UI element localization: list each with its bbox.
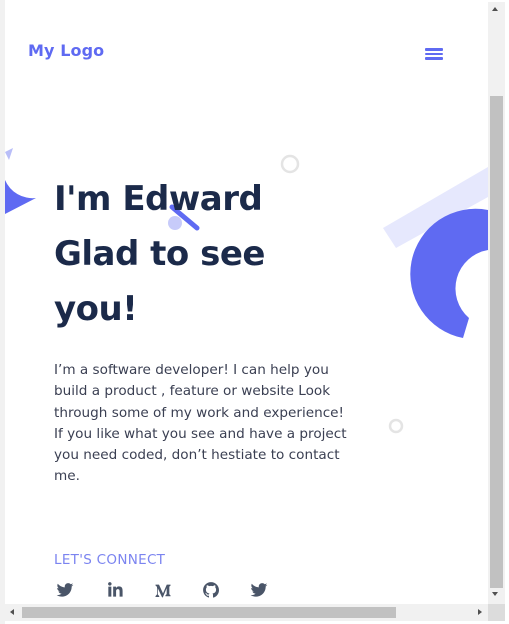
hero-title-line-3: you!: [54, 289, 138, 329]
browser-window: My Logo I'm Edward Glad to see you! I’m …: [0, 0, 509, 624]
twitter-icon[interactable]: [249, 580, 269, 600]
twitter-icon[interactable]: [55, 580, 75, 600]
deco-half-circle: [5, 180, 36, 214]
page-viewport: My Logo I'm Edward Glad to see you! I’m …: [5, 2, 488, 604]
menu-bar: [425, 52, 443, 55]
deco-left-slash: [5, 148, 13, 160]
menu-bar: [425, 57, 443, 60]
scroll-left-arrow-icon[interactable]: [10, 609, 14, 615]
medium-icon[interactable]: [153, 580, 173, 600]
horizontal-scrollbar[interactable]: [5, 604, 488, 621]
menu-bar: [425, 48, 443, 51]
horizontal-scroll-thumb[interactable]: [22, 607, 396, 618]
scrollbar-corner: [488, 604, 505, 621]
hero-title-line-1: I'm Edward: [54, 179, 263, 219]
hamburger-menu-icon[interactable]: [425, 46, 443, 60]
deco-ring-top: [280, 154, 300, 174]
scroll-down-arrow-icon[interactable]: [492, 592, 498, 596]
scroll-right-arrow-icon[interactable]: [478, 609, 482, 615]
deco-ring-bottom: [388, 418, 404, 434]
vertical-scroll-thumb[interactable]: [490, 96, 503, 588]
linkedin-icon[interactable]: [105, 580, 125, 600]
site-logo[interactable]: My Logo: [28, 41, 104, 60]
vertical-scrollbar[interactable]: [488, 2, 505, 604]
github-icon[interactable]: [201, 580, 221, 600]
hero-description: I’m a software developer! I can help you…: [54, 362, 347, 485]
connect-label: LET'S CONNECT: [54, 552, 166, 568]
scroll-up-arrow-icon[interactable]: [492, 7, 498, 11]
hero-title-line-2: Glad to see: [54, 234, 265, 274]
hero-title: I'm Edward Glad to see you!: [54, 172, 334, 337]
